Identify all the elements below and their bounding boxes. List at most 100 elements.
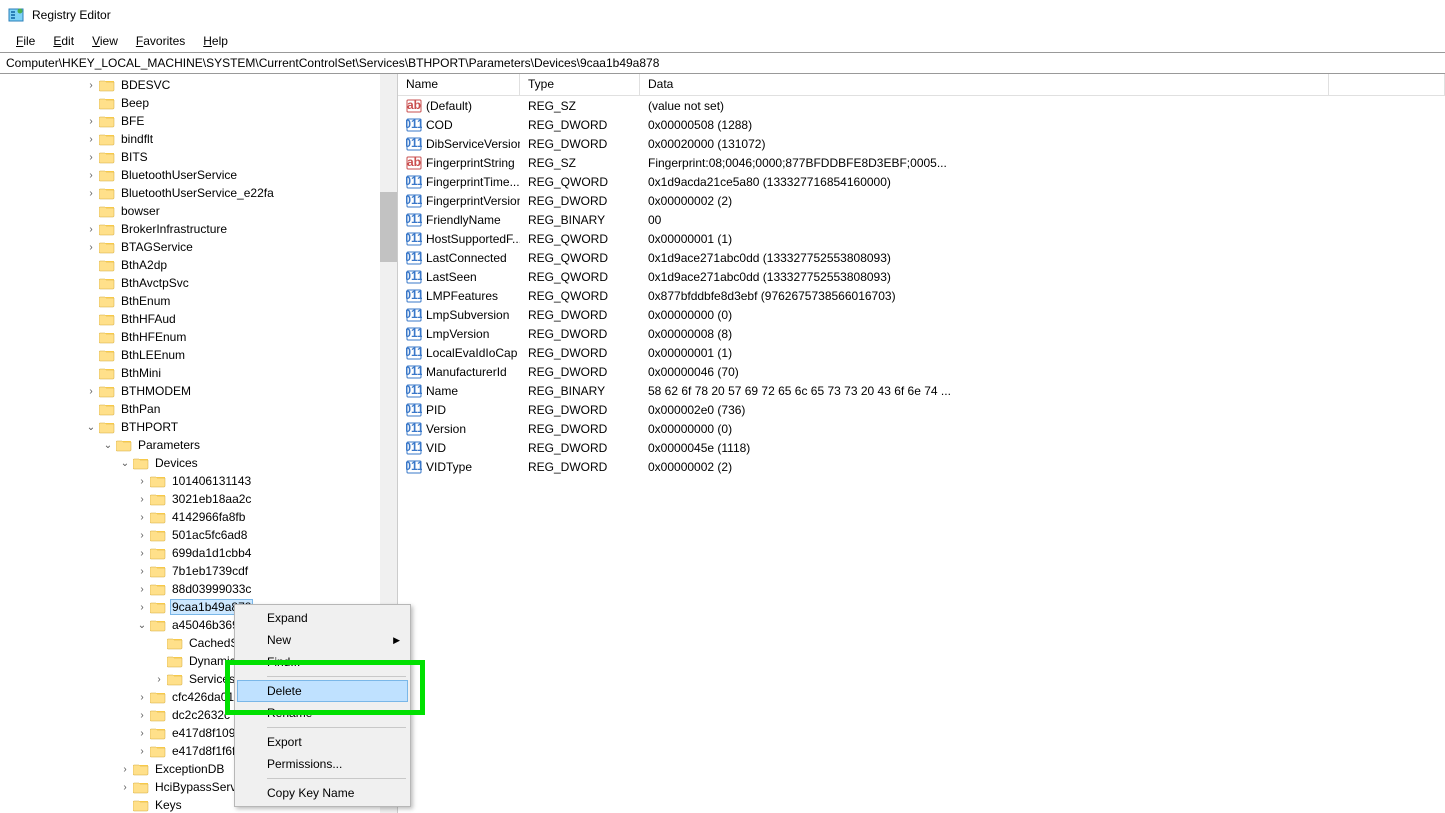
tree-item[interactable]: ›699da1d1cbb4: [0, 544, 397, 562]
menu-view[interactable]: View: [84, 32, 126, 50]
value-row[interactable]: 011DibServiceVersionREG_DWORD0x00020000 …: [398, 134, 1445, 153]
tree-item[interactable]: ·BthPan: [0, 400, 397, 418]
cm-rename[interactable]: Rename: [237, 702, 408, 724]
tree-item[interactable]: ›3021eb18aa2c: [0, 490, 397, 508]
value-row[interactable]: 011LocalEvaIdIoCapREG_DWORD0x00000001 (1…: [398, 343, 1445, 362]
tree-item[interactable]: ›4142966fa8fb: [0, 508, 397, 526]
menu-help[interactable]: Help: [195, 32, 236, 50]
value-row[interactable]: 011FriendlyNameREG_BINARY00: [398, 210, 1445, 229]
value-row[interactable]: 011LmpVersionREG_DWORD0x00000008 (8): [398, 324, 1445, 343]
tree-item-label: BluetoothUserService: [119, 168, 239, 182]
chevron-right-icon[interactable]: ›: [136, 476, 148, 487]
cm-export[interactable]: Export: [237, 731, 408, 753]
value-row[interactable]: 011HostSupportedF...REG_QWORD0x00000001 …: [398, 229, 1445, 248]
chevron-right-icon[interactable]: ›: [119, 782, 131, 793]
value-row[interactable]: 011VersionREG_DWORD0x00000000 (0): [398, 419, 1445, 438]
value-row[interactable]: ab(Default)REG_SZ(value not set): [398, 96, 1445, 115]
value-row[interactable]: 011VIDTypeREG_DWORD0x00000002 (2): [398, 457, 1445, 476]
tree-item[interactable]: ⌄BTHPORT: [0, 418, 397, 436]
tree-item[interactable]: ·BthMini: [0, 364, 397, 382]
menu-edit[interactable]: Edit: [45, 32, 82, 50]
chevron-right-icon[interactable]: ›: [85, 242, 97, 253]
chevron-right-icon[interactable]: ›: [85, 134, 97, 145]
value-row[interactable]: 011NameREG_BINARY58 62 6f 78 20 57 69 72…: [398, 381, 1445, 400]
chevron-right-icon[interactable]: ›: [136, 494, 148, 505]
tree-item[interactable]: ›BITS: [0, 148, 397, 166]
column-name[interactable]: Name: [398, 74, 520, 95]
chevron-right-icon[interactable]: ›: [85, 152, 97, 163]
tree-item[interactable]: ›BFE: [0, 112, 397, 130]
tree-item[interactable]: ·BthHFEnum: [0, 328, 397, 346]
chevron-down-icon[interactable]: ⌄: [136, 620, 148, 631]
chevron-right-icon[interactable]: ›: [153, 674, 165, 685]
cm-delete[interactable]: Delete: [237, 680, 408, 702]
cm-find[interactable]: Find...: [237, 651, 408, 673]
chevron-right-icon[interactable]: ›: [136, 512, 148, 523]
address-bar[interactable]: Computer\HKEY_LOCAL_MACHINE\SYSTEM\Curre…: [0, 52, 1445, 74]
value-row[interactable]: 011PIDREG_DWORD0x000002e0 (736): [398, 400, 1445, 419]
values-body[interactable]: ab(Default)REG_SZ(value not set)011CODRE…: [398, 96, 1445, 476]
tree-item[interactable]: ·bowser: [0, 202, 397, 220]
chevron-right-icon[interactable]: ›: [85, 80, 97, 91]
value-row[interactable]: 011VIDREG_DWORD0x0000045e (1118): [398, 438, 1445, 457]
chevron-right-icon[interactable]: ›: [136, 710, 148, 721]
column-data[interactable]: Data: [640, 74, 1445, 95]
tree-item[interactable]: ·BthHFAud: [0, 310, 397, 328]
cm-copy-key-name[interactable]: Copy Key Name: [237, 782, 408, 804]
value-row[interactable]: 011ManufacturerIdREG_DWORD0x00000046 (70…: [398, 362, 1445, 381]
value-row[interactable]: 011LastConnectedREG_QWORD0x1d9ace271abc0…: [398, 248, 1445, 267]
menu-favorites[interactable]: Favorites: [128, 32, 193, 50]
chevron-down-icon[interactable]: ⌄: [85, 422, 97, 433]
chevron-right-icon[interactable]: ›: [136, 566, 148, 577]
chevron-right-icon[interactable]: ›: [136, 548, 148, 559]
chevron-right-icon[interactable]: ›: [136, 584, 148, 595]
tree-item[interactable]: ⌄Devices: [0, 454, 397, 472]
value-row[interactable]: 011LastSeenREG_QWORD0x1d9ace271abc0dd (1…: [398, 267, 1445, 286]
tree-item[interactable]: ›BDESVC: [0, 76, 397, 94]
value-name: LocalEvaIdIoCap: [426, 346, 517, 360]
value-row[interactable]: 011FingerprintVersionREG_DWORD0x00000002…: [398, 191, 1445, 210]
tree-item[interactable]: ›BluetoothUserService_e22fa: [0, 184, 397, 202]
tree-item[interactable]: ›501ac5fc6ad8: [0, 526, 397, 544]
chevron-right-icon[interactable]: ›: [136, 728, 148, 739]
tree-item[interactable]: ›BrokerInfrastructure: [0, 220, 397, 238]
tree-item[interactable]: ›BTAGService: [0, 238, 397, 256]
cm-new[interactable]: New▶: [237, 629, 408, 651]
chevron-right-icon[interactable]: ›: [85, 386, 97, 397]
tree-item[interactable]: › BluetoothUserService: [0, 166, 397, 184]
value-name-cell: 011HostSupportedF...: [398, 231, 520, 247]
tree-item[interactable]: ·BthLEEnum: [0, 346, 397, 364]
chevron-right-icon[interactable]: ›: [85, 188, 97, 199]
tree-item[interactable]: ·BthAvctpSvc: [0, 274, 397, 292]
value-data-cell: 58 62 6f 78 20 57 69 72 65 6c 65 73 73 2…: [640, 384, 1445, 398]
chevron-right-icon[interactable]: ›: [136, 602, 148, 613]
tree-item[interactable]: ·BthA2dp: [0, 256, 397, 274]
tree-item[interactable]: ›88d03999033c: [0, 580, 397, 598]
tree-item[interactable]: ›bindflt: [0, 130, 397, 148]
chevron-right-icon[interactable]: ›: [136, 530, 148, 541]
tree-item[interactable]: ⌄Parameters: [0, 436, 397, 454]
tree-item[interactable]: ›BTHMODEM: [0, 382, 397, 400]
column-type[interactable]: Type: [520, 74, 640, 95]
cm-expand[interactable]: Expand: [237, 607, 408, 629]
chevron-right-icon[interactable]: ›: [85, 224, 97, 235]
chevron-down-icon[interactable]: ⌄: [102, 440, 114, 451]
tree-item[interactable]: ·Beep: [0, 94, 397, 112]
chevron-right-icon[interactable]: ›: [85, 116, 97, 127]
chevron-right-icon[interactable]: ›: [136, 746, 148, 757]
tree-item[interactable]: ›7b1eb1739cdf: [0, 562, 397, 580]
value-row[interactable]: 011LMPFeaturesREG_QWORD0x877bfddbfe8d3eb…: [398, 286, 1445, 305]
value-row[interactable]: 011FingerprintTime...REG_QWORD0x1d9acda2…: [398, 172, 1445, 191]
cm-permissions[interactable]: Permissions...: [237, 753, 408, 775]
tree-item[interactable]: ›101406131143: [0, 472, 397, 490]
value-row[interactable]: abFingerprintStringREG_SZFingerprint:08;…: [398, 153, 1445, 172]
tree-item[interactable]: ·BthEnum: [0, 292, 397, 310]
tree-scroll-thumb[interactable]: [380, 192, 397, 262]
chevron-right-icon[interactable]: ›: [119, 764, 131, 775]
value-row[interactable]: 011LmpSubversionREG_DWORD0x00000000 (0): [398, 305, 1445, 324]
chevron-right-icon[interactable]: ›: [136, 692, 148, 703]
chevron-down-icon[interactable]: ⌄: [119, 458, 131, 469]
value-row[interactable]: 011CODREG_DWORD0x00000508 (1288): [398, 115, 1445, 134]
menu-file[interactable]: File: [8, 32, 43, 50]
chevron-right-icon[interactable]: ›: [85, 170, 97, 181]
